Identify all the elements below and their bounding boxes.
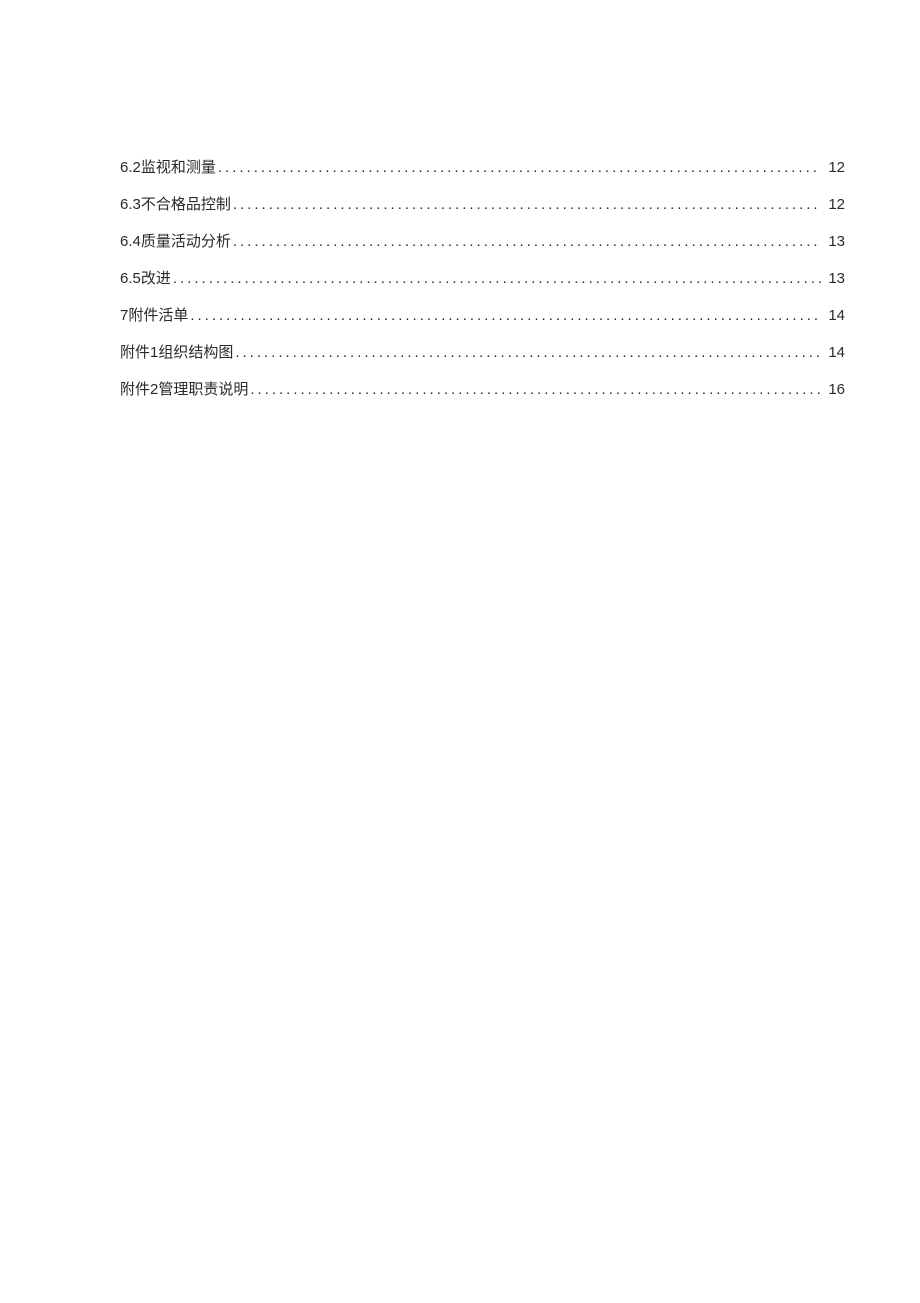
toc-group: 6.2监视和测量 12 6.3不合格品控制 12 6.4质量活动分析 13 6.… <box>120 160 845 286</box>
toc-label: 6.3不合格品控制 <box>120 197 231 212</box>
toc-entry: 7附件活单 14 <box>120 308 845 323</box>
toc-leader <box>233 197 821 212</box>
toc-page: 16 <box>827 382 845 397</box>
toc-page: 12 <box>827 160 845 175</box>
toc-leader <box>190 308 821 323</box>
toc-page: 14 <box>827 345 845 360</box>
toc-group: 7附件活单 14 附件1组织结构图 14 附件2管理职责说明 16 <box>120 308 845 397</box>
toc-label: 附件1组织结构图 <box>120 345 233 360</box>
toc-label: 附件2管理职责说明 <box>120 382 248 397</box>
toc-label: 7附件活单 <box>120 308 188 323</box>
toc-leader <box>235 345 821 360</box>
toc-label: 6.5改进 <box>120 271 171 286</box>
toc-container: 6.2监视和测量 12 6.3不合格品控制 12 6.4质量活动分析 13 6.… <box>120 160 845 397</box>
toc-label: 6.4质量活动分析 <box>120 234 231 249</box>
toc-page: 12 <box>827 197 845 212</box>
toc-entry: 6.3不合格品控制 12 <box>120 197 845 212</box>
toc-label: 6.2监视和测量 <box>120 160 216 175</box>
toc-page: 13 <box>827 234 845 249</box>
toc-leader <box>173 271 821 286</box>
toc-entry: 6.5改进 13 <box>120 271 845 286</box>
toc-entry: 6.4质量活动分析 13 <box>120 234 845 249</box>
toc-leader <box>233 234 821 249</box>
toc-leader <box>218 160 821 175</box>
toc-entry: 附件2管理职责说明 16 <box>120 382 845 397</box>
toc-leader <box>250 382 821 397</box>
toc-entry: 6.2监视和测量 12 <box>120 160 845 175</box>
toc-page: 13 <box>827 271 845 286</box>
toc-page: 14 <box>827 308 845 323</box>
toc-entry: 附件1组织结构图 14 <box>120 345 845 360</box>
